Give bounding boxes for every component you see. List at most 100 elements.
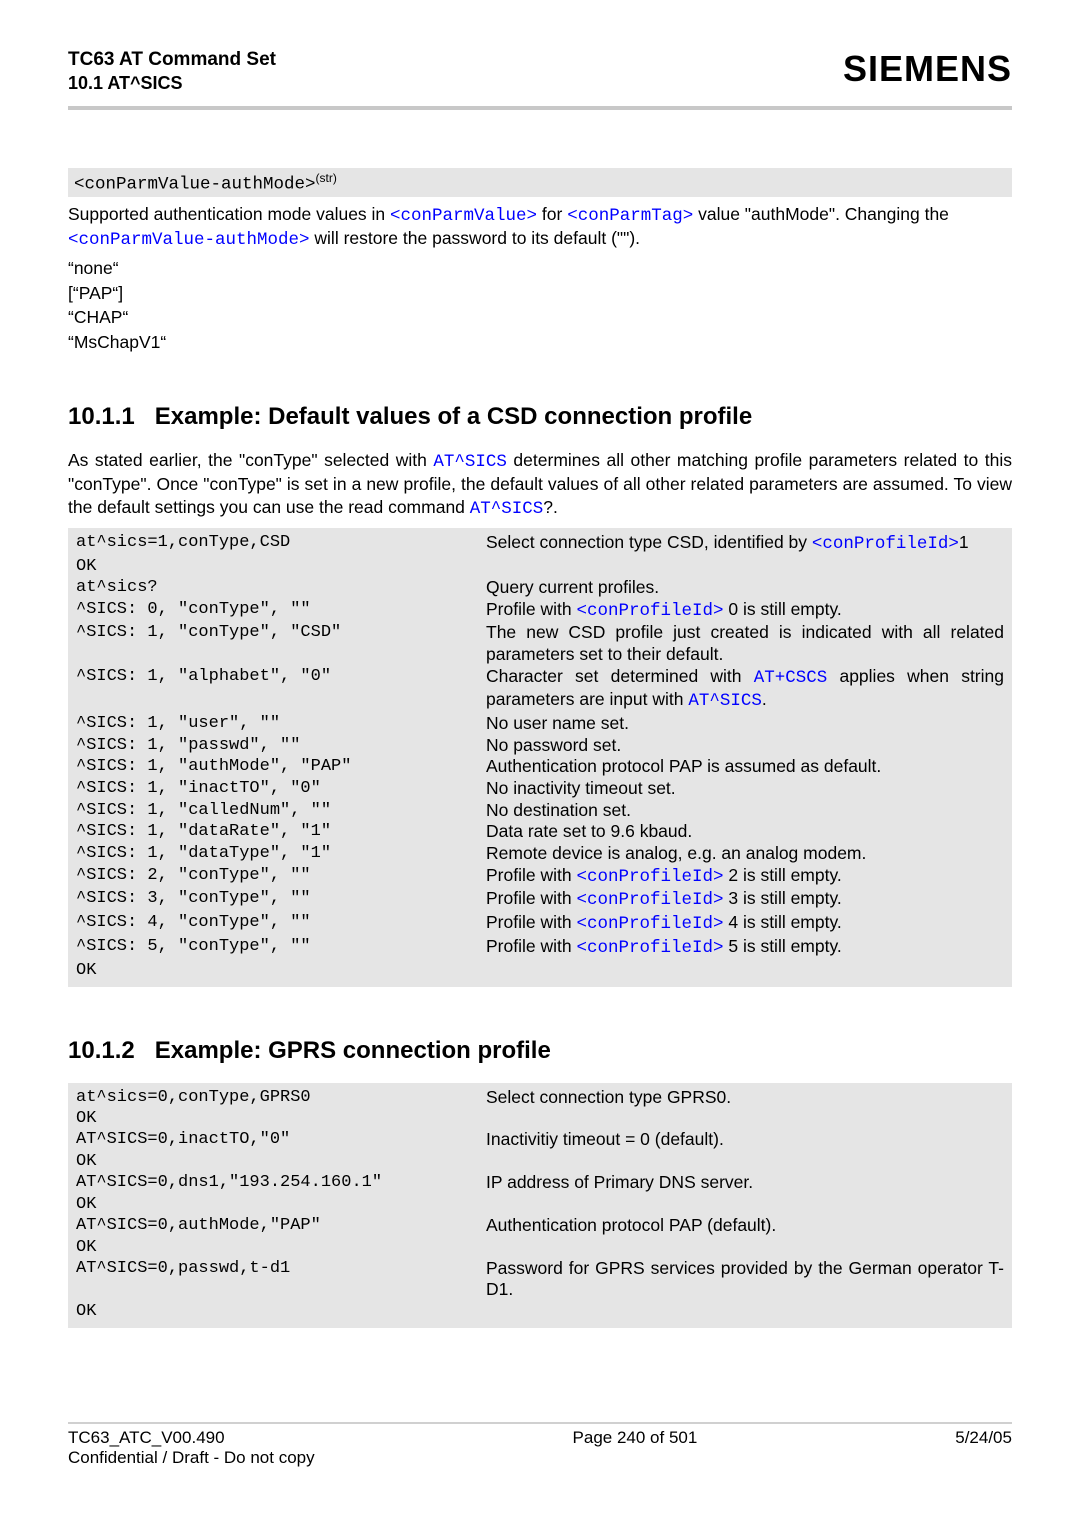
code-desc: Profile with <conProfileId> 0 is still e…: [486, 599, 1004, 623]
section-heading-1011: 10.1.1 Example: Default values of a CSD c…: [68, 403, 1012, 431]
link-conparmvalue-authmode[interactable]: <conParmValue-authMode>: [68, 230, 310, 250]
brand-logo: SIEMENS: [843, 48, 1012, 90]
code-cmd: ^SICS: 1, "conType", "CSD": [76, 622, 486, 643]
link[interactable]: <conProfileId>: [576, 867, 723, 887]
code-cmd: ^SICS: 2, "conType", "": [76, 865, 486, 886]
code-desc: Character set determined with AT+CSCS ap…: [486, 666, 1004, 713]
t: 4 is still empty.: [723, 912, 841, 932]
code-cmd: ^SICS: 1, "user", "": [76, 713, 486, 734]
t: No inactivity timeout set.: [486, 778, 676, 798]
link[interactable]: <conProfileId>: [576, 890, 723, 910]
code-desc: Select connection type GPRS0.: [486, 1087, 1004, 1109]
code-cmd: ^SICS: 1, "dataRate", "1": [76, 821, 486, 842]
code-cmd: OK: [76, 1108, 486, 1129]
t: No destination set.: [486, 800, 631, 820]
code-row: AT^SICS=0,inactTO,"0"Inactivitiy timeout…: [76, 1129, 1004, 1151]
code-row: OK: [76, 1301, 1004, 1322]
t: The new CSD profile just created is indi…: [486, 622, 1004, 664]
footer-doc-id: TC63_ATC_V00.490: [68, 1428, 315, 1448]
code-cmd: ^SICS: 0, "conType", "": [76, 599, 486, 620]
code-row: ^SICS: 1, "authMode", "PAP"Authenticatio…: [76, 756, 1004, 778]
code-row: AT^SICS=0,authMode,"PAP"Authentication p…: [76, 1215, 1004, 1237]
link-atsics[interactable]: AT^SICS: [433, 452, 507, 472]
code-cmd: ^SICS: 1, "calledNum", "": [76, 800, 486, 821]
code-cmd: AT^SICS=0,passwd,t-d1: [76, 1258, 486, 1279]
t: 0 is still empty.: [723, 599, 841, 619]
param-desc: Supported authentication mode values in …: [68, 203, 1012, 252]
doc-subtitle: 10.1 AT^SICS: [68, 72, 276, 95]
code-desc: Profile with <conProfileId> 4 is still e…: [486, 912, 1004, 936]
link-conparmtag[interactable]: <conParmTag>: [567, 206, 693, 226]
code-row: OK: [76, 1151, 1004, 1172]
code-row: OK: [76, 1194, 1004, 1215]
param-name-block: <conParmValue-authMode>(str): [68, 168, 1012, 196]
code-desc: No inactivity timeout set.: [486, 778, 1004, 800]
param-value: “none“: [68, 257, 1012, 279]
section-num: 10.1.2: [68, 1037, 135, 1065]
code-row: OK: [76, 1108, 1004, 1129]
example-table-csd: at^sics=1,conType,CSDSelect connection t…: [68, 528, 1012, 987]
t: 5 is still empty.: [723, 936, 841, 956]
page-header: TC63 AT Command Set 10.1 AT^SICS SIEMENS: [68, 48, 1012, 104]
code-cmd: ^SICS: 1, "dataType", "1": [76, 843, 486, 864]
t: Supported authentication mode values in: [68, 204, 390, 224]
link[interactable]: <conProfileId>: [576, 938, 723, 958]
code-cmd: ^SICS: 5, "conType", "": [76, 936, 486, 957]
t: Query current profiles.: [486, 577, 659, 597]
code-row: AT^SICS=0,dns1,"193.254.160.1"IP address…: [76, 1172, 1004, 1194]
link-atsics[interactable]: AT^SICS: [470, 499, 544, 519]
param-value: “MsChapV1“: [68, 331, 1012, 353]
code-cmd: ^SICS: 3, "conType", "": [76, 888, 486, 909]
code-row: at^sics?Query current profiles.: [76, 577, 1004, 599]
link[interactable]: AT+CSCS: [754, 668, 828, 688]
code-cmd: ^SICS: 4, "conType", "": [76, 912, 486, 933]
param-value: [“PAP“]: [68, 282, 1012, 304]
t: for: [537, 204, 567, 224]
code-cmd: AT^SICS=0,dns1,"193.254.160.1": [76, 1172, 486, 1193]
code-row: ^SICS: 5, "conType", ""Profile with <con…: [76, 936, 1004, 960]
code-desc: Authentication protocol PAP (default).: [486, 1215, 1004, 1237]
t: Profile with: [486, 865, 576, 885]
link[interactable]: <conProfileId>: [576, 601, 723, 621]
t: No password set.: [486, 735, 621, 755]
code-row: ^SICS: 1, "dataType", "1"Remote device i…: [76, 843, 1004, 865]
code-row: ^SICS: 1, "alphabet", "0"Character set d…: [76, 666, 1004, 713]
code-desc: No password set.: [486, 735, 1004, 757]
t: value "authMode". Changing the: [693, 204, 949, 224]
content: <conParmValue-authMode>(str) Supported a…: [68, 110, 1012, 1398]
t: Authentication protocol PAP is assumed a…: [486, 756, 881, 776]
param-values: “none“ [“PAP“] “CHAP“ “MsChapV1“: [68, 257, 1012, 353]
link[interactable]: AT^SICS: [688, 691, 762, 711]
page-footer: TC63_ATC_V00.490 Confidential / Draft - …: [68, 1424, 1012, 1468]
code-row: ^SICS: 1, "calledNum", ""No destination …: [76, 800, 1004, 822]
code-cmd: at^sics=1,conType,CSD: [76, 532, 486, 553]
code-desc: Remote device is analog, e.g. an analog …: [486, 843, 1004, 865]
code-row: ^SICS: 2, "conType", ""Profile with <con…: [76, 865, 1004, 889]
param-value: “CHAP“: [68, 306, 1012, 328]
link[interactable]: <conProfileId>: [812, 534, 959, 554]
code-row: at^sics=0,conType,GPRS0Select connection…: [76, 1087, 1004, 1109]
code-row: ^SICS: 3, "conType", ""Profile with <con…: [76, 888, 1004, 912]
code-desc: Select connection type CSD, identified b…: [486, 532, 1004, 556]
code-desc: Query current profiles.: [486, 577, 1004, 599]
t: Profile with: [486, 912, 576, 932]
t: 2 is still empty.: [723, 865, 841, 885]
t: will restore the password to its default…: [310, 228, 640, 248]
code-cmd: ^SICS: 1, "passwd", "": [76, 735, 486, 756]
code-desc: IP address of Primary DNS server.: [486, 1172, 1004, 1194]
code-desc: No user name set.: [486, 713, 1004, 735]
section-num: 10.1.1: [68, 403, 135, 431]
section-title: Example: Default values of a CSD connect…: [155, 403, 752, 430]
header-left: TC63 AT Command Set 10.1 AT^SICS: [68, 48, 276, 94]
link[interactable]: <conProfileId>: [576, 914, 723, 934]
code-cmd: OK: [76, 1237, 486, 1258]
footer-right: 5/24/05: [955, 1428, 1012, 1468]
t: Profile with: [486, 599, 576, 619]
section-heading-1012: 10.1.2Example: GPRS connection profile: [68, 1037, 1012, 1065]
footer-center: Page 240 of 501: [573, 1428, 698, 1468]
code-row: OK: [76, 556, 1004, 577]
code-row: ^SICS: 1, "conType", "CSD"The new CSD pr…: [76, 622, 1004, 665]
t: 3 is still empty.: [723, 888, 841, 908]
code-cmd: OK: [76, 960, 486, 981]
link-conparmvalue[interactable]: <conParmValue>: [390, 206, 537, 226]
